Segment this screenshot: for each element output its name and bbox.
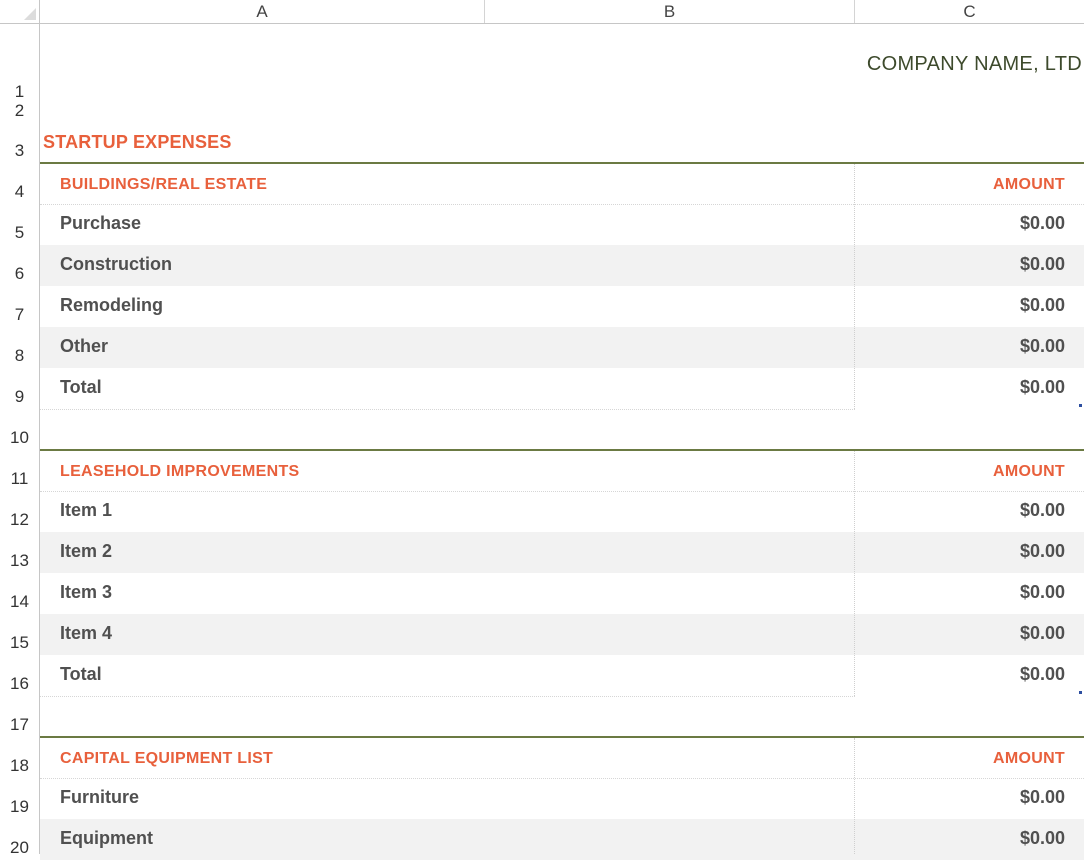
row-header-2[interactable]: 2	[0, 101, 39, 121]
item-label: Remodeling	[60, 295, 164, 315]
sheet-title-cell[interactable]: STARTUP EXPENSES	[43, 132, 232, 153]
item-amount: $0.00	[1019, 787, 1065, 807]
item-amount: $0.00	[1019, 582, 1065, 602]
select-all-button[interactable]	[0, 0, 40, 23]
item-label: Construction	[60, 254, 172, 274]
row-header-17[interactable]: 17	[0, 715, 39, 735]
row-header-6[interactable]: 6	[0, 264, 39, 284]
section-leasehold: LEASEHOLD IMPROVEMENTS AMOUNT Item 1 $0.…	[40, 449, 1084, 697]
row-header-5[interactable]: 5	[0, 223, 39, 243]
section-header-row[interactable]: BUILDINGS/REAL ESTATE AMOUNT	[40, 164, 1084, 205]
row-header-14[interactable]: 14	[0, 592, 39, 612]
row-header-15[interactable]: 15	[0, 633, 39, 653]
total-amount: $0.00	[1019, 377, 1065, 397]
row-header-11[interactable]: 11	[0, 469, 39, 489]
table-row[interactable]: Item 1 $0.00	[40, 491, 1084, 532]
column-divider	[854, 451, 855, 696]
table-row[interactable]: Item 3 $0.00	[40, 573, 1084, 614]
section-header-label: BUILDINGS/REAL ESTATE	[60, 176, 268, 193]
row-header-7[interactable]: 7	[0, 305, 39, 325]
row-header-18[interactable]: 18	[0, 756, 39, 776]
table-row[interactable]: Item 2 $0.00	[40, 532, 1084, 573]
row-header-8[interactable]: 8	[0, 346, 39, 366]
column-divider	[854, 738, 855, 854]
resize-handle[interactable]	[1079, 404, 1082, 407]
table-row[interactable]: Other $0.00	[40, 327, 1084, 368]
section-header-label: LEASEHOLD IMPROVEMENTS	[60, 463, 300, 480]
section-header-row[interactable]: CAPITAL EQUIPMENT LIST AMOUNT	[40, 738, 1084, 779]
item-amount: $0.00	[1019, 336, 1065, 356]
item-label: Item 2	[60, 541, 113, 561]
row-header-bar: 1 2 3 4 5 6 7 8 9 10 11 12 13 14 15 16 1…	[0, 24, 40, 857]
item-amount: $0.00	[1019, 213, 1065, 233]
row-header-13[interactable]: 13	[0, 551, 39, 571]
item-amount: $0.00	[1019, 623, 1065, 643]
total-label: Total	[60, 664, 102, 684]
item-amount: $0.00	[1019, 254, 1065, 274]
total-row[interactable]: Total $0.00	[40, 655, 1084, 696]
table-row[interactable]: Remodeling $0.00	[40, 286, 1084, 327]
column-divider	[854, 164, 855, 409]
row-header-19[interactable]: 19	[0, 797, 39, 817]
total-label: Total	[60, 377, 102, 397]
section-header-row[interactable]: LEASEHOLD IMPROVEMENTS AMOUNT	[40, 451, 1084, 492]
company-name-cell[interactable]: COMPANY NAME, LTD	[867, 53, 1082, 76]
item-label: Item 1	[60, 500, 113, 520]
item-amount: $0.00	[1019, 295, 1065, 315]
total-amount: $0.00	[1019, 664, 1065, 684]
item-label: Item 3	[60, 582, 113, 602]
table-row[interactable]: Construction $0.00	[40, 245, 1084, 286]
amount-header: AMOUNT	[992, 463, 1065, 480]
item-label: Purchase	[60, 213, 142, 233]
item-amount: $0.00	[1019, 500, 1065, 520]
row-header-4[interactable]: 4	[0, 182, 39, 202]
column-header-bar: A B C	[0, 0, 1084, 24]
row-header-10[interactable]: 10	[0, 428, 39, 448]
row-header-3[interactable]: 3	[0, 141, 39, 161]
table-row[interactable]: Purchase $0.00	[40, 204, 1084, 245]
select-all-icon	[24, 8, 36, 20]
item-label: Item 4	[60, 623, 113, 643]
column-header-a[interactable]: A	[40, 0, 485, 23]
item-label: Equipment	[60, 828, 153, 848]
column-header-b[interactable]: B	[485, 0, 855, 23]
item-label: Other	[60, 336, 109, 356]
row-header-12[interactable]: 12	[0, 510, 39, 530]
row-divider	[40, 696, 855, 697]
row-header-16[interactable]: 16	[0, 674, 39, 694]
resize-handle[interactable]	[1079, 691, 1082, 694]
worksheet[interactable]: COMPANY NAME, LTD STARTUP EXPENSES BUILD…	[40, 24, 1084, 860]
row-header-20[interactable]: 20	[0, 838, 39, 858]
row-header-9[interactable]: 9	[0, 387, 39, 407]
item-amount: $0.00	[1019, 541, 1065, 561]
amount-header: AMOUNT	[992, 176, 1065, 193]
amount-header: AMOUNT	[992, 750, 1065, 767]
item-label: Furniture	[60, 787, 139, 807]
section-header-label: CAPITAL EQUIPMENT LIST	[60, 750, 274, 767]
item-amount: $0.00	[1019, 828, 1065, 848]
row-divider	[40, 409, 855, 410]
section-capital-equipment: CAPITAL EQUIPMENT LIST AMOUNT Furniture …	[40, 736, 1084, 860]
table-row[interactable]: Furniture $0.00	[40, 778, 1084, 819]
table-row[interactable]: Item 4 $0.00	[40, 614, 1084, 655]
column-header-c[interactable]: C	[855, 0, 1084, 23]
section-buildings: BUILDINGS/REAL ESTATE AMOUNT Purchase $0…	[40, 162, 1084, 410]
total-row[interactable]: Total $0.00	[40, 368, 1084, 409]
row-header-1[interactable]: 1	[0, 82, 39, 102]
